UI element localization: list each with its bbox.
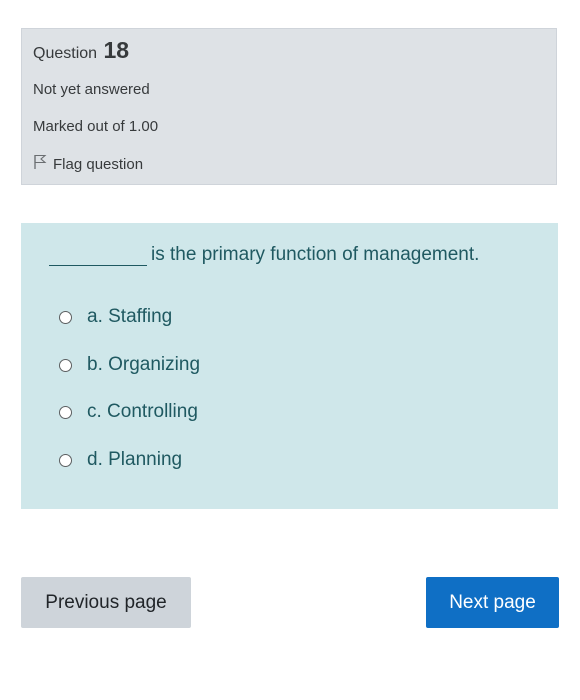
question-text: is the primary function of management.	[49, 244, 479, 266]
question-content-panel: is the primary function of management. a…	[21, 223, 558, 509]
question-number-heading: Question 18	[33, 37, 129, 64]
flag-question-label: Flag question	[53, 155, 144, 173]
question-info-panel: Question 18 Not yet answered Marked out …	[21, 28, 557, 185]
flag-icon	[33, 154, 53, 174]
answer-option-label: c. Controlling	[87, 401, 198, 422]
question-number: 18	[103, 37, 130, 63]
flag-question-link[interactable]: Flag question	[33, 154, 143, 174]
question-state: Not yet answered	[33, 81, 150, 98]
answer-option-label: a. Staffing	[87, 306, 173, 327]
question-text-body: is the primary function of management.	[151, 244, 480, 265]
previous-page-button[interactable]: Previous page	[21, 577, 191, 628]
answer-option-d[interactable]: d. Planning	[59, 449, 182, 471]
question-grade: Marked out of 1.00	[33, 118, 159, 135]
question-label: Question	[33, 45, 98, 62]
answer-option-label: d. Planning	[87, 449, 183, 470]
answer-option-label: b. Organizing	[87, 354, 201, 375]
radio-button[interactable]	[59, 453, 72, 467]
radio-button[interactable]	[59, 310, 72, 324]
answer-option-a[interactable]: a. Staffing	[59, 306, 172, 328]
answer-option-c[interactable]: c. Controlling	[59, 401, 198, 423]
radio-button[interactable]	[59, 358, 72, 372]
radio-button[interactable]	[59, 405, 72, 419]
question-blank	[49, 249, 147, 266]
answer-option-b[interactable]: b. Organizing	[59, 354, 200, 376]
next-page-button[interactable]: Next page	[426, 577, 559, 628]
